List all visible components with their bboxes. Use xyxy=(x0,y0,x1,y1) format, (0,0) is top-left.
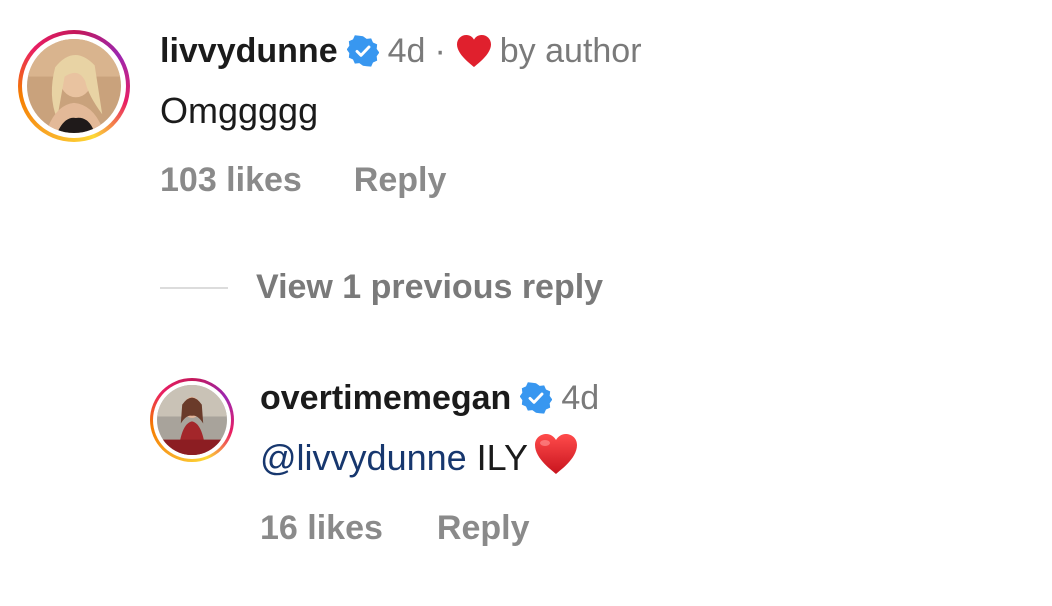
username[interactable]: overtimemegan xyxy=(260,379,511,418)
profile-photo xyxy=(157,385,227,455)
profile-photo xyxy=(27,39,121,133)
verified-badge-icon xyxy=(346,35,379,67)
heart-icon xyxy=(455,34,493,68)
red-heart-emoji-icon xyxy=(532,432,580,476)
avatar[interactable] xyxy=(18,30,130,142)
comment-text: Omggggg xyxy=(160,90,319,131)
reply-message: ILY xyxy=(476,437,529,478)
mention-link[interactable]: @livvydunne xyxy=(260,437,467,478)
verified-badge-icon xyxy=(520,382,553,414)
username[interactable]: livvydunne xyxy=(160,32,338,71)
reply-header: overtimemegan 4d xyxy=(260,376,599,420)
comment-actions: 103 likes Reply xyxy=(160,158,446,202)
avatar[interactable] xyxy=(150,378,234,462)
like-count[interactable]: 103 likes xyxy=(160,161,302,200)
separator-dot: · xyxy=(434,31,446,70)
timestamp: 4d xyxy=(387,31,426,70)
comment-header: livvydunne 4d · by author xyxy=(160,28,642,74)
liked-by-author-label: by author xyxy=(499,31,642,70)
thread-divider xyxy=(160,286,228,289)
reply-actions: 16 likes Reply xyxy=(260,506,529,550)
timestamp: 4d xyxy=(561,378,600,417)
view-previous-replies-button[interactable]: View 1 previous reply xyxy=(160,268,603,307)
reply-text: @livvydunne ILY xyxy=(260,432,580,484)
like-count[interactable]: 16 likes xyxy=(260,509,383,548)
reply-button[interactable]: Reply xyxy=(437,509,530,548)
view-replies-label: View 1 previous reply xyxy=(256,268,604,306)
reply-button[interactable]: Reply xyxy=(354,161,447,200)
